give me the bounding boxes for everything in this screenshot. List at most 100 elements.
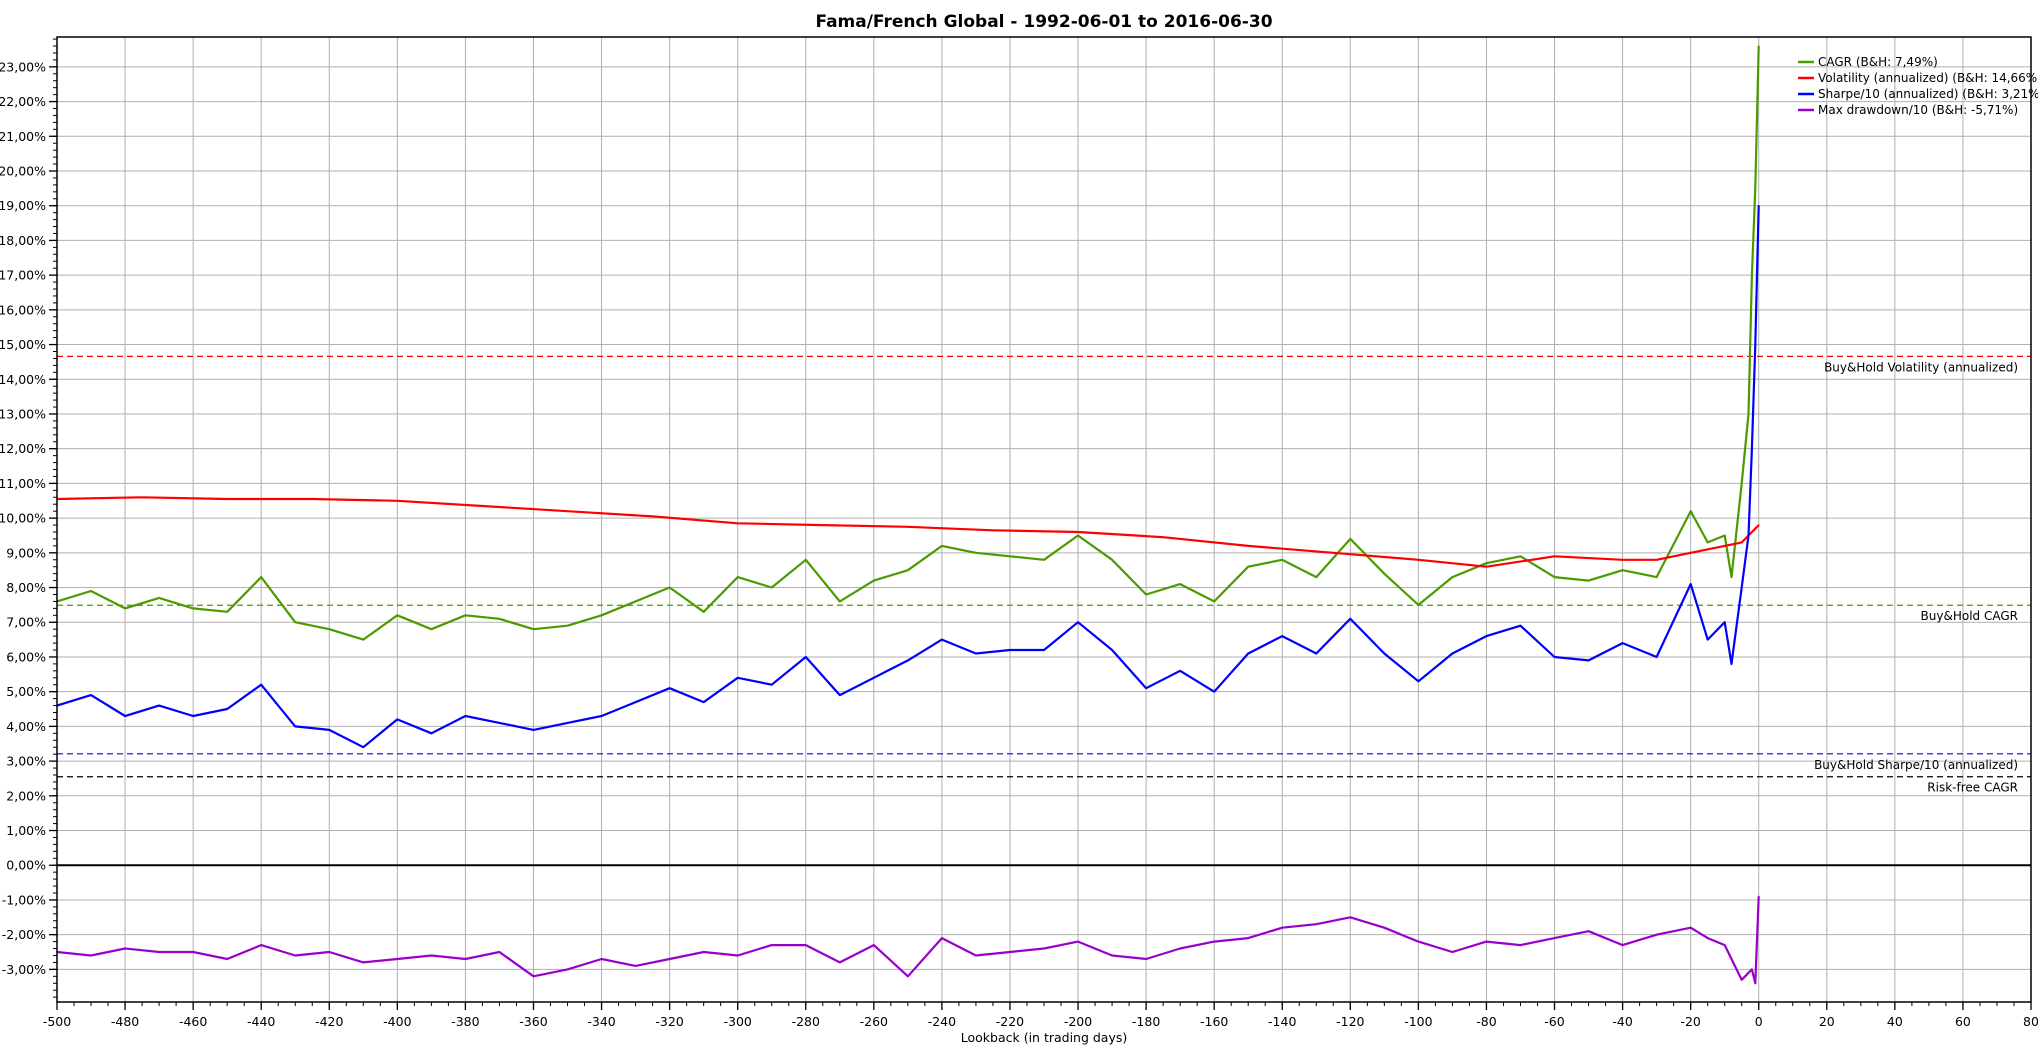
data-point [634, 965, 637, 967]
x-tick-label: -180 [1132, 1014, 1160, 1029]
data-point [1553, 937, 1556, 939]
data-point [975, 954, 977, 957]
data-point [1519, 555, 1522, 558]
data-point [1451, 576, 1454, 578]
data-point [1043, 649, 1045, 651]
x-tick-label: -100 [1404, 1014, 1432, 1029]
x-tick-label: -440 [247, 1014, 275, 1029]
y-tick-label: 12,00% [0, 441, 46, 456]
data-point [1451, 652, 1454, 655]
data-point [566, 624, 569, 627]
data-point [600, 958, 603, 960]
data-point [1281, 558, 1284, 561]
data-point [702, 611, 705, 613]
data-point [941, 545, 943, 547]
x-axis-label: Lookback (in trading days) [961, 1030, 1128, 1045]
data-point [821, 524, 824, 526]
data-point [1740, 482, 1743, 485]
data-point [1247, 652, 1250, 655]
data-point [736, 576, 739, 578]
x-tick-label: -340 [587, 1014, 615, 1029]
plot-frame [56, 36, 2032, 1003]
data-point [1706, 638, 1709, 641]
legend-entry: Volatility (annualized) (B&H: 14,66%) [1818, 71, 2038, 85]
data-point [1281, 926, 1284, 929]
data-point [1553, 656, 1556, 658]
data-point [1751, 447, 1753, 450]
data-point [1706, 541, 1709, 544]
data-point [1587, 659, 1590, 662]
data-point [498, 722, 501, 724]
data-point [1162, 536, 1164, 539]
data-point [396, 499, 399, 502]
data-point [1621, 558, 1624, 561]
y-tick-label: 1,00% [6, 823, 46, 838]
y-tick-label: 6,00% [6, 649, 46, 664]
x-tick-label: -280 [792, 1014, 820, 1029]
data-point [124, 715, 126, 717]
data-point [1723, 545, 1726, 547]
data-point [1587, 579, 1590, 582]
legend-entry: Sharpe/10 (annualized) (B&H: 3,21%) [1818, 87, 2038, 101]
data-point [736, 954, 739, 957]
data-point [464, 715, 467, 717]
x-tick-label: -240 [928, 1014, 956, 1029]
data-point [1740, 978, 1743, 981]
data-point [1689, 583, 1692, 585]
data-point [1621, 944, 1624, 946]
data-point [1043, 558, 1045, 561]
y-tick-label: 23,00% [0, 59, 46, 74]
data-point [260, 683, 263, 686]
data-point [1587, 930, 1590, 932]
data-point [158, 704, 160, 707]
data-point [294, 725, 297, 728]
y-tick-label: 13,00% [0, 406, 46, 421]
data-point [634, 600, 637, 603]
data-point [770, 944, 773, 946]
reference-line-label: Buy&Hold Volatility (annualized) [1824, 360, 2018, 374]
data-point [1485, 940, 1488, 943]
x-tick-label: -60 [1544, 1014, 1564, 1029]
data-point [975, 552, 977, 554]
y-tick-label: 17,00% [0, 268, 46, 283]
x-tick-label: -80 [1476, 1014, 1496, 1029]
x-tick-label: -320 [655, 1014, 683, 1029]
reference-line-label: Buy&Hold Sharpe/10 (annualized) [1814, 758, 2018, 772]
y-tick-label: 0,00% [6, 858, 46, 873]
y-tick-label: 2,00% [6, 788, 46, 803]
x-tick-label: -400 [383, 1014, 411, 1029]
data-point [1754, 343, 1757, 346]
data-point [1451, 951, 1454, 953]
data-point [1332, 552, 1335, 554]
data-point [294, 954, 297, 957]
data-point [90, 590, 92, 592]
data-point [1553, 576, 1556, 578]
data-point [1757, 524, 1760, 526]
grid [56, 37, 2032, 1002]
y-tick-label: 7,00% [6, 615, 46, 630]
data-point [1655, 576, 1658, 578]
y-tick-label: 8,00% [6, 580, 46, 595]
data-point [464, 614, 467, 617]
data-point [1740, 586, 1743, 589]
data-point [1723, 621, 1726, 624]
data-point [1706, 937, 1709, 939]
data-point [1077, 531, 1079, 533]
data-point [1043, 947, 1045, 950]
data-point [1485, 565, 1488, 568]
y-tick-label: 14,00% [0, 372, 46, 387]
data-point [651, 515, 654, 518]
data-point [838, 694, 841, 696]
data-point [1349, 916, 1352, 919]
x-tick-label: 0 [1755, 1014, 1763, 1029]
y-tick-label: 4,00% [6, 719, 46, 734]
chart-title: Fama/French Global - 1992-06-01 to 2016-… [815, 12, 1272, 32]
data-point [1315, 576, 1318, 578]
x-tick-label: -200 [1064, 1014, 1092, 1029]
x-tick-label: 80 [2023, 1014, 2038, 1029]
data-point [362, 961, 365, 964]
data-point [141, 496, 143, 499]
data-point [907, 569, 909, 571]
data-point [328, 729, 331, 731]
data-point [668, 687, 671, 690]
